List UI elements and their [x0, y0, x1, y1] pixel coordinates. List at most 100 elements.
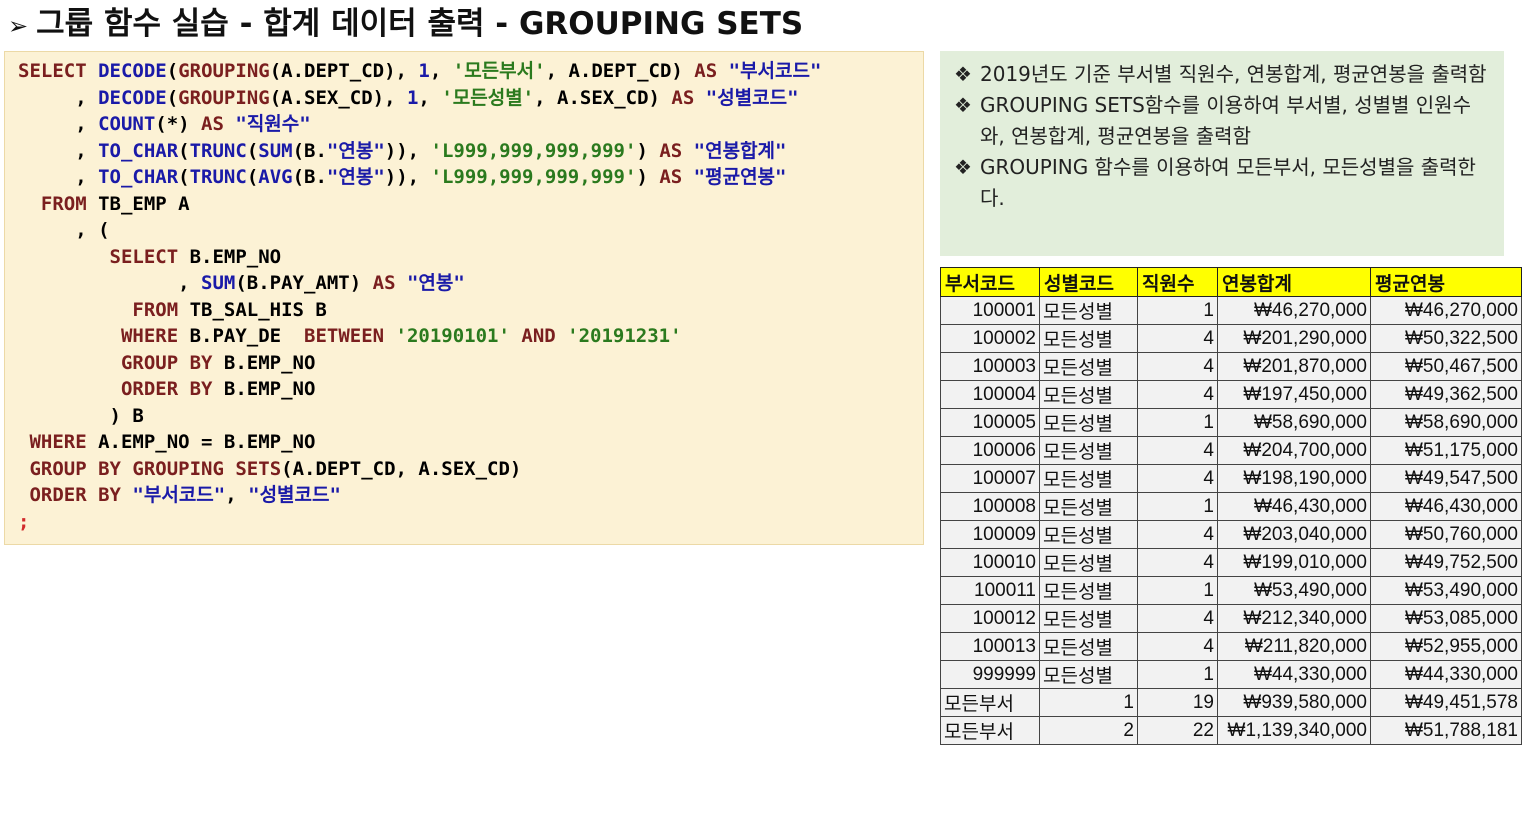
- cell-dept-code: 100011: [940, 576, 1040, 605]
- cell-sex-code: 모든성별: [1039, 632, 1138, 661]
- code-line-7: , (: [18, 219, 110, 241]
- cell-dept-code: 100003: [940, 352, 1040, 381]
- cell-sex-code: 모든성별: [1039, 352, 1138, 381]
- page-title-text: 그룹 함수 실습 - 합계 데이터 출력 - GROUPING SETS: [36, 6, 804, 42]
- cell-emp-count: 4: [1137, 436, 1218, 465]
- cell-emp-count: 1: [1137, 296, 1218, 325]
- cell-salary-sum: ₩201,290,000: [1217, 324, 1371, 353]
- code-line-2: , DECODE(GROUPING(A.SEX_CD), 1, '모든성별', …: [18, 86, 799, 109]
- cell-salary-avg: ₩50,467,500: [1370, 352, 1522, 381]
- cell-sex-code: 모든성별: [1039, 464, 1138, 493]
- diamond-bullet-icon: ❖: [954, 62, 972, 86]
- cell-dept-code: 모든부서: [940, 716, 1040, 745]
- cell-sex-code: 모든성별: [1039, 380, 1138, 409]
- cell-salary-avg: ₩52,955,000: [1370, 632, 1522, 661]
- table-row: 100001 모든성별 1 ₩46,270,000 ₩46,270,000: [940, 296, 1522, 325]
- header-dept-code: 부서코드: [940, 267, 1040, 297]
- cell-emp-count: 19: [1137, 688, 1218, 717]
- cell-dept-code: 100002: [940, 324, 1040, 353]
- cell-dept-code: 100007: [940, 464, 1040, 493]
- header-sex-code: 성별코드: [1039, 267, 1138, 297]
- note-item: ❖ GROUPING SETS함수를 이용하여 부서별, 성별별 인원수와, 연…: [954, 90, 1490, 152]
- table-row: 모든부서 1 19 ₩939,580,000 ₩49,451,578: [940, 688, 1522, 717]
- table-row: 100007 모든성별 4 ₩198,190,000 ₩49,547,500: [940, 464, 1522, 493]
- cell-salary-sum: ₩46,270,000: [1217, 296, 1371, 325]
- cell-emp-count: 4: [1137, 632, 1218, 661]
- cell-salary-sum: ₩58,690,000: [1217, 408, 1371, 437]
- cell-salary-avg: ₩49,752,500: [1370, 548, 1522, 577]
- cell-dept-code: 모든부서: [940, 688, 1040, 717]
- code-line-15: WHERE A.EMP_NO = B.EMP_NO: [29, 431, 316, 453]
- cell-salary-avg: ₩53,490,000: [1370, 576, 1522, 605]
- cell-salary-sum: ₩198,190,000: [1217, 464, 1371, 493]
- code-line-1: SELECT DECODE(GROUPING(A.DEPT_CD), 1, '모…: [18, 60, 822, 82]
- cell-sex-code: 모든성별: [1039, 492, 1138, 521]
- code-line-18: ;: [18, 510, 30, 533]
- cell-emp-count: 1: [1137, 660, 1218, 689]
- cell-sex-code: 모든성별: [1039, 548, 1138, 577]
- cell-salary-avg: ₩50,760,000: [1370, 520, 1522, 549]
- cell-salary-sum: ₩197,450,000: [1217, 380, 1371, 409]
- cell-sex-code: 모든성별: [1039, 520, 1138, 549]
- cell-emp-count: 4: [1137, 464, 1218, 493]
- code-line-13: ORDER BY B.EMP_NO: [120, 378, 316, 400]
- cell-dept-code: 999999: [940, 660, 1040, 689]
- cell-emp-count: 4: [1137, 604, 1218, 633]
- cell-sex-code: 모든성별: [1039, 604, 1138, 633]
- table-row: 100009 모든성별 4 ₩203,040,000 ₩50,760,000: [940, 520, 1522, 549]
- code-line-8: SELECT B.EMP_NO: [109, 245, 282, 268]
- table-row: 100005 모든성별 1 ₩58,690,000 ₩58,690,000: [940, 408, 1522, 437]
- cell-dept-code: 100006: [940, 436, 1040, 465]
- cell-salary-avg: ₩58,690,000: [1370, 408, 1522, 437]
- table-row: 100008 모든성별 1 ₩46,430,000 ₩46,430,000: [940, 492, 1522, 521]
- note-text: GROUPING SETS함수를 이용하여 부서별, 성별별 인원수와, 연봉합…: [980, 93, 1471, 148]
- table-row: 100006 모든성별 4 ₩204,700,000 ₩51,175,000: [940, 436, 1522, 465]
- cell-sex-code: 모든성별: [1039, 576, 1138, 605]
- cell-salary-sum: ₩204,700,000: [1217, 436, 1371, 465]
- cell-dept-code: 100013: [940, 632, 1040, 661]
- cell-emp-count: 4: [1137, 352, 1218, 381]
- cell-emp-count: 1: [1137, 408, 1218, 437]
- table-row: 100010 모든성별 4 ₩199,010,000 ₩49,752,500: [940, 548, 1522, 577]
- cell-salary-avg: ₩51,175,000: [1370, 436, 1522, 465]
- cell-salary-sum: ₩212,340,000: [1217, 604, 1371, 633]
- note-text: GROUPING 함수를 이용하여 모든부서, 모든성별을 출력한다.: [980, 155, 1476, 210]
- cell-sex-code: 모든성별: [1039, 436, 1138, 465]
- cell-salary-sum: ₩46,430,000: [1217, 492, 1371, 521]
- code-line-9: , SUM(B.PAY_AMT) AS "연봉": [18, 272, 465, 294]
- cell-salary-avg: ₩49,451,578: [1370, 688, 1522, 717]
- cell-dept-code: 100001: [940, 296, 1040, 325]
- result-table: 부서코드 성별코드 직원수 연봉합계 평균연봉 100001 모든성별 1 ₩46,2…: [940, 267, 1522, 745]
- cell-salary-avg: ₩49,547,500: [1370, 464, 1522, 493]
- cell-emp-count: 1: [1137, 576, 1218, 605]
- table-row: 100004 모든성별 4 ₩197,450,000 ₩49,362,500: [940, 380, 1522, 409]
- cell-emp-count: 4: [1137, 324, 1218, 353]
- cell-sex-code: 2: [1039, 716, 1138, 745]
- cell-sex-code: 모든성별: [1039, 660, 1138, 689]
- code-line-10: FROM TB_SAL_HIS B: [132, 298, 327, 321]
- code-line-6: FROM TB_EMP A: [40, 192, 190, 215]
- cell-emp-count: 22: [1137, 716, 1218, 745]
- cell-salary-avg: ₩46,270,000: [1370, 296, 1522, 325]
- cell-salary-avg: ₩46,430,000: [1370, 492, 1522, 521]
- cell-dept-code: 100012: [940, 604, 1040, 633]
- header-salary-avg: 평균연봉: [1370, 267, 1522, 297]
- cell-dept-code: 100010: [940, 548, 1040, 577]
- code-line-5: , TO_CHAR(TRUNC(AVG(B."연봉")), 'L999,999,…: [18, 166, 787, 188]
- table-row: 100003 모든성별 4 ₩201,870,000 ₩50,467,500: [940, 352, 1522, 381]
- arrow-bullet-icon: ➢: [8, 12, 29, 40]
- note-item: ❖ 2019년도 기준 부서별 직원수, 연봉합계, 평균연봉을 출력함: [954, 59, 1490, 90]
- code-line-4: , TO_CHAR(TRUNC(SUM(B."연봉")), 'L999,999,…: [18, 139, 787, 162]
- cell-dept-code: 100008: [940, 492, 1040, 521]
- cell-salary-sum: ₩1,139,340,000: [1217, 716, 1371, 745]
- table-row: 100012 모든성별 4 ₩212,340,000 ₩53,085,000: [940, 604, 1522, 633]
- cell-sex-code: 모든성별: [1039, 408, 1138, 437]
- code-line-17: ORDER BY "부서코드", "성별코드": [29, 484, 341, 506]
- notes-box: ❖ 2019년도 기준 부서별 직원수, 연봉합계, 평균연봉을 출력함 ❖ G…: [940, 51, 1504, 256]
- table-row: 100002 모든성별 4 ₩201,290,000 ₩50,322,500: [940, 324, 1522, 353]
- sql-code: SELECT DECODE(GROUPING(A.DEPT_CD), 1, '모…: [18, 58, 821, 535]
- cell-sex-code: 모든성별: [1039, 324, 1138, 353]
- cell-salary-avg: ₩50,322,500: [1370, 324, 1522, 353]
- cell-emp-count: 4: [1137, 548, 1218, 577]
- code-line-14: ) B: [18, 404, 144, 427]
